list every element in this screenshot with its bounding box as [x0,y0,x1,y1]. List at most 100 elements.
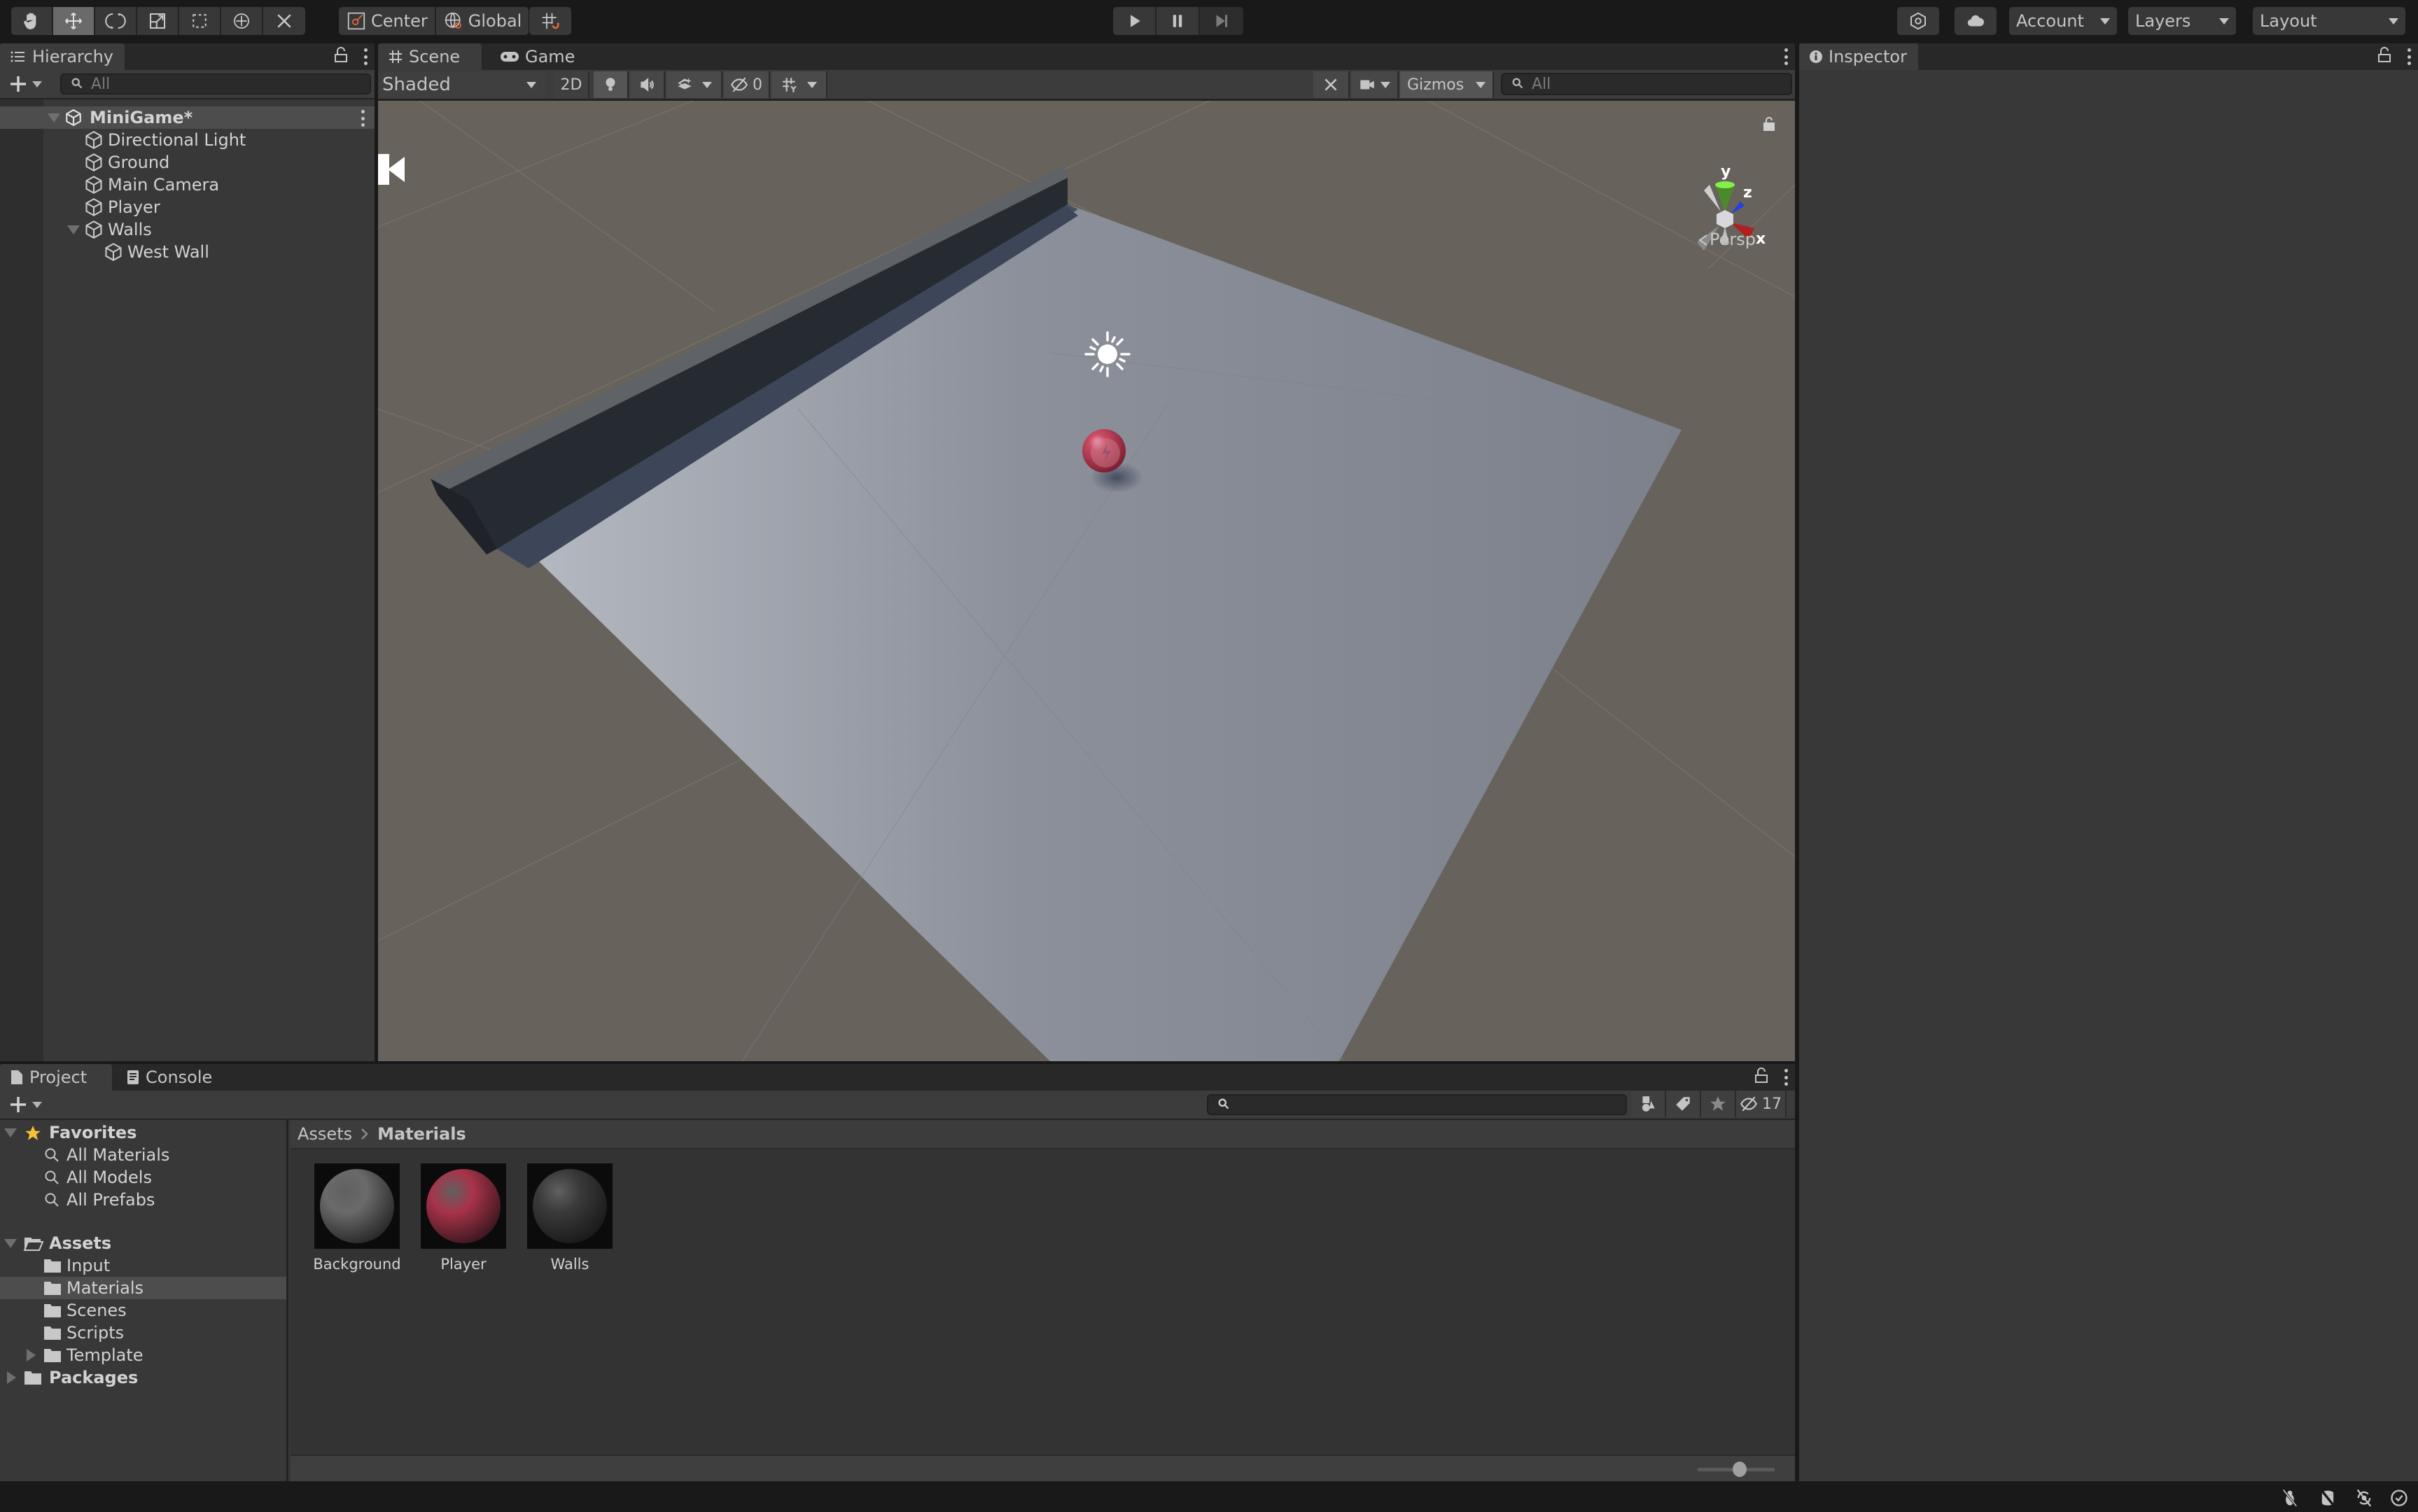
tab-game[interactable]: Game [490,43,588,70]
camera-settings-dropdown[interactable] [1351,71,1399,98]
folder-item[interactable]: Input [0,1254,286,1277]
fold-arrow-icon[interactable] [7,1371,16,1384]
effects-dropdown[interactable] [666,71,722,98]
grid-dropdown[interactable] [771,71,827,98]
lock-icon[interactable] [1754,1067,1768,1088]
more-options-icon[interactable] [1784,48,1788,65]
save-search-button[interactable] [1701,1091,1736,1117]
scene-options-icon[interactable] [361,110,365,127]
project-search-input[interactable] [1207,1094,1627,1115]
hierarchy-search-input[interactable]: All [60,74,371,94]
sun-icon[interactable] [1084,331,1131,377]
scene-row[interactable]: MiniGame* [0,106,375,129]
tag-icon [1676,1097,1690,1111]
fold-arrow-icon[interactable] [4,1128,17,1138]
folder-item[interactable]: Scripts [0,1322,286,1344]
filter-by-label-button[interactable] [1666,1091,1701,1117]
tab-label: Scene [409,47,461,66]
lighting-toggle[interactable] [594,71,629,98]
material-asset[interactable]: Walls [524,1163,615,1273]
more-options-icon[interactable] [363,48,368,65]
step-icon [1216,15,1228,27]
breadcrumb-assets[interactable]: Assets [298,1124,352,1144]
hidden-packages-toggle[interactable]: 17 [1736,1091,1787,1117]
fold-arrow-icon[interactable] [27,1349,36,1362]
scene-search-input[interactable]: All [1501,73,1792,95]
favorite-item[interactable]: All Models [0,1166,286,1189]
gizmos-dropdown[interactable]: Gizmos [1400,71,1494,98]
fold-arrow-icon[interactable] [67,225,80,234]
folder-item[interactable]: Materials [0,1277,286,1299]
account-dropdown[interactable]: Account [2009,7,2117,35]
hierarchy-item[interactable]: Player [0,196,375,218]
favorites-row[interactable]: Favorites [0,1121,286,1144]
scene-viewport[interactable]: y z x Persp [378,101,1795,1061]
pivot-rotation-button[interactable]: Global [435,7,529,35]
pause-button[interactable] [1156,7,1200,35]
star-icon [25,1126,41,1140]
material-asset[interactable]: Background [312,1163,403,1273]
check-icon[interactable] [2389,1488,2410,1508]
custom-tool-button[interactable] [263,7,305,35]
search-icon [1218,1098,1229,1110]
gizmo-lock-icon[interactable] [1763,117,1775,131]
hierarchy-item[interactable]: Directional Light [0,129,375,151]
search-icon [43,1191,60,1212]
hierarchy-item[interactable]: Ground [0,151,375,174]
tab-project[interactable]: Project [0,1064,112,1091]
rotate-tool-button[interactable] [95,7,137,35]
ground-plane[interactable] [483,204,1682,1061]
play-button[interactable] [1113,7,1156,35]
move-tool-button[interactable] [53,7,95,35]
folder-item[interactable]: Template [0,1344,286,1366]
favorite-item[interactable]: All Prefabs [0,1189,286,1211]
scene-visibility-toggle[interactable]: 0 [724,71,770,98]
transform-tool-button[interactable] [221,7,263,35]
lock-icon[interactable] [2377,46,2391,68]
packages-row[interactable]: Packages [0,1366,286,1389]
breadcrumb: Assets Materials [291,1120,1795,1149]
folder-icon [43,1348,62,1367]
rect-tool-button[interactable] [179,7,221,35]
package-manager-button[interactable] [1897,7,1939,35]
filter-by-type-button[interactable] [1631,1091,1666,1117]
material-asset[interactable]: Player [418,1163,509,1273]
tab-scene[interactable]: Scene [378,43,482,70]
fold-arrow-icon[interactable] [48,113,60,122]
camera-gizmo-icon[interactable] [378,154,405,185]
debug-off-icon[interactable] [2279,1488,2300,1508]
auto-refresh-off-icon[interactable] [2354,1488,2375,1508]
slider-handle[interactable] [1733,1462,1747,1477]
tab-console[interactable]: Console [116,1064,228,1091]
more-options-icon[interactable] [2407,48,2411,65]
fold-arrow-icon[interactable] [4,1239,17,1248]
more-options-icon[interactable] [1784,1069,1788,1086]
tools-overlay-toggle[interactable] [1313,71,1350,98]
hierarchy-item[interactable]: Walls [0,218,375,241]
create-asset-button[interactable] [8,1095,42,1114]
layout-dropdown[interactable]: Layout [2253,7,2405,35]
hand-tool-button[interactable] [11,7,53,35]
layers-dropdown[interactable]: Layers [2128,7,2236,35]
breadcrumb-materials[interactable]: Materials [377,1124,466,1144]
grid-snapping-button[interactable] [529,7,571,35]
hierarchy-item[interactable]: West Wall [0,241,375,263]
cache-off-icon[interactable] [2317,1488,2338,1508]
lock-icon[interactable] [334,46,348,68]
cloud-icon [1967,15,1984,27]
hierarchy-item[interactable]: Main Camera [0,174,375,196]
toggle-2d-button[interactable]: 2D [554,71,589,98]
cloud-button[interactable] [1955,7,1997,35]
step-button[interactable] [1200,7,1243,35]
folder-item[interactable]: Scenes [0,1299,286,1322]
assets-row[interactable]: Assets [0,1232,286,1254]
create-button[interactable] [8,74,42,94]
pivot-mode-button[interactable]: Center [339,7,436,35]
tab-hierarchy[interactable]: Hierarchy [0,43,125,70]
favorite-item[interactable]: All Materials [0,1144,286,1166]
tab-inspector[interactable]: Inspector [1799,43,1918,70]
audio-toggle[interactable] [630,71,665,98]
scale-tool-button[interactable] [137,7,179,35]
toggle-2d-label: 2D [560,76,582,94]
shading-mode-dropdown[interactable]: Shaded [378,71,546,98]
